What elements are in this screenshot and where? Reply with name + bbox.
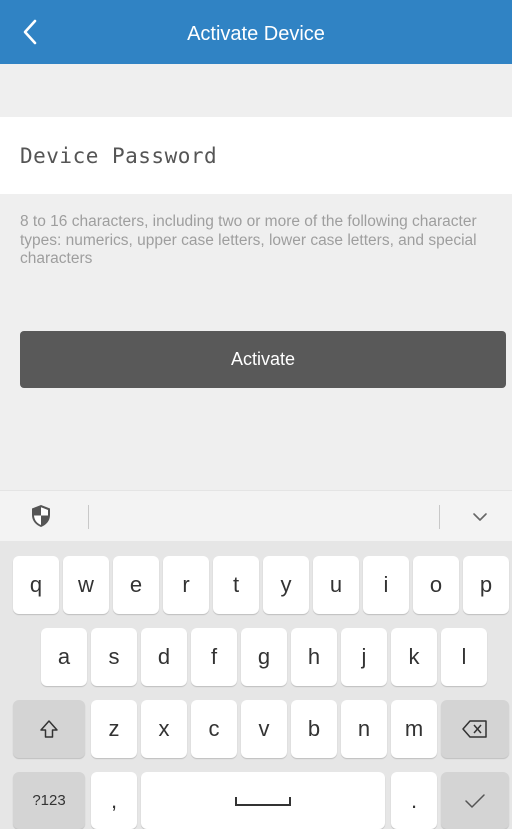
key-f[interactable]: f	[191, 628, 237, 686]
key-r[interactable]: r	[163, 556, 209, 614]
space-icon	[235, 796, 291, 806]
key-m[interactable]: m	[391, 700, 437, 758]
key-k[interactable]: k	[391, 628, 437, 686]
key-u[interactable]: u	[313, 556, 359, 614]
backspace-icon	[462, 720, 487, 738]
key-i[interactable]: i	[363, 556, 409, 614]
done-key[interactable]	[441, 772, 509, 829]
keyboard-collapse-button[interactable]	[466, 505, 494, 529]
key-g[interactable]: g	[241, 628, 287, 686]
symbols-key[interactable]: ?123	[13, 772, 85, 829]
key-n[interactable]: n	[341, 700, 387, 758]
key-h[interactable]: h	[291, 628, 337, 686]
key-y[interactable]: y	[263, 556, 309, 614]
shield-icon	[32, 505, 50, 527]
key-t[interactable]: t	[213, 556, 259, 614]
key-j[interactable]: j	[341, 628, 387, 686]
toolbar-divider	[88, 505, 89, 529]
checkmark-icon	[465, 793, 485, 808]
keyboard: q w e r t y u i o p a s d f g h j k l z …	[0, 541, 512, 829]
activate-button[interactable]: Activate	[20, 331, 506, 388]
key-z[interactable]: z	[91, 700, 137, 758]
period-key[interactable]: .	[391, 772, 437, 829]
key-x[interactable]: x	[141, 700, 187, 758]
key-w[interactable]: w	[63, 556, 109, 614]
key-l[interactable]: l	[441, 628, 487, 686]
app-bar: Activate Device	[0, 0, 512, 64]
password-field-container	[0, 117, 512, 194]
key-q[interactable]: q	[13, 556, 59, 614]
shift-icon	[40, 720, 58, 738]
key-o[interactable]: o	[413, 556, 459, 614]
toolbar-divider	[439, 505, 440, 529]
key-p[interactable]: p	[463, 556, 509, 614]
key-c[interactable]: c	[191, 700, 237, 758]
space-key[interactable]	[141, 772, 385, 829]
chevron-down-icon	[473, 513, 487, 521]
device-password-input[interactable]	[20, 117, 490, 194]
shift-key[interactable]	[13, 700, 85, 758]
key-e[interactable]: e	[113, 556, 159, 614]
key-a[interactable]: a	[41, 628, 87, 686]
comma-key[interactable]: ,	[91, 772, 137, 829]
backspace-key[interactable]	[441, 700, 509, 758]
page-title: Activate Device	[187, 23, 325, 45]
key-b[interactable]: b	[291, 700, 337, 758]
key-d[interactable]: d	[141, 628, 187, 686]
key-s[interactable]: s	[91, 628, 137, 686]
password-hint: 8 to 16 characters, including two or mor…	[20, 213, 477, 267]
key-v[interactable]: v	[241, 700, 287, 758]
keyboard-toolbar	[0, 490, 512, 541]
